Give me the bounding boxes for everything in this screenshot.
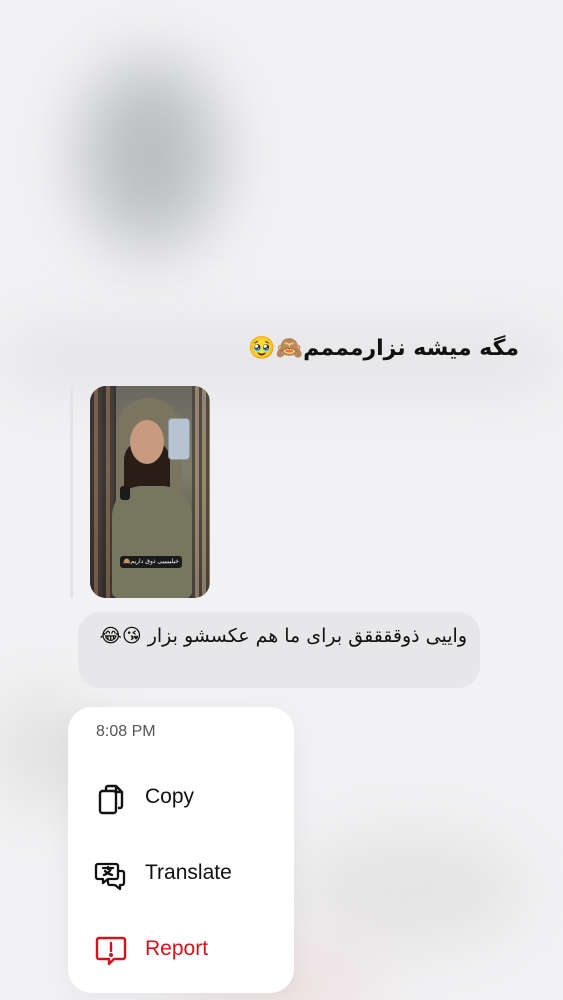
message-context-menu: 8:08 PM Copy Translate Report bbox=[68, 707, 294, 993]
clothes-rack-right bbox=[192, 386, 210, 598]
copy-button[interactable]: Copy bbox=[68, 768, 294, 828]
person-face bbox=[130, 420, 164, 464]
report-label: Report bbox=[145, 937, 209, 960]
blurred-shape-right bbox=[290, 830, 530, 950]
reply-message-text: واییی ذوققققق برای ما هم عکسشو بزار 😘😂 bbox=[99, 625, 467, 647]
translate-button[interactable]: Translate bbox=[68, 844, 294, 904]
message-timestamp: 8:08 PM bbox=[96, 723, 156, 740]
copy-icon bbox=[94, 782, 128, 816]
translate-icon bbox=[94, 858, 128, 892]
story-caption: خیلیییییی ذوق داریم🙈 bbox=[120, 556, 182, 568]
wrist-watch bbox=[120, 486, 130, 500]
phone-in-hand bbox=[168, 418, 190, 460]
translate-label: Translate bbox=[145, 861, 232, 884]
report-icon bbox=[94, 934, 128, 968]
blurred-avatar-shape bbox=[80, 60, 220, 250]
previous-message-text: مگه میشه نزارمممم🙈🥹 bbox=[248, 336, 519, 361]
story-thumbnail[interactable]: خیلیییییی ذوق داریم🙈 bbox=[90, 386, 210, 598]
report-button[interactable]: Report bbox=[68, 920, 294, 980]
person-dress bbox=[112, 486, 192, 598]
story-reply-line bbox=[70, 386, 73, 598]
copy-label: Copy bbox=[145, 785, 195, 808]
